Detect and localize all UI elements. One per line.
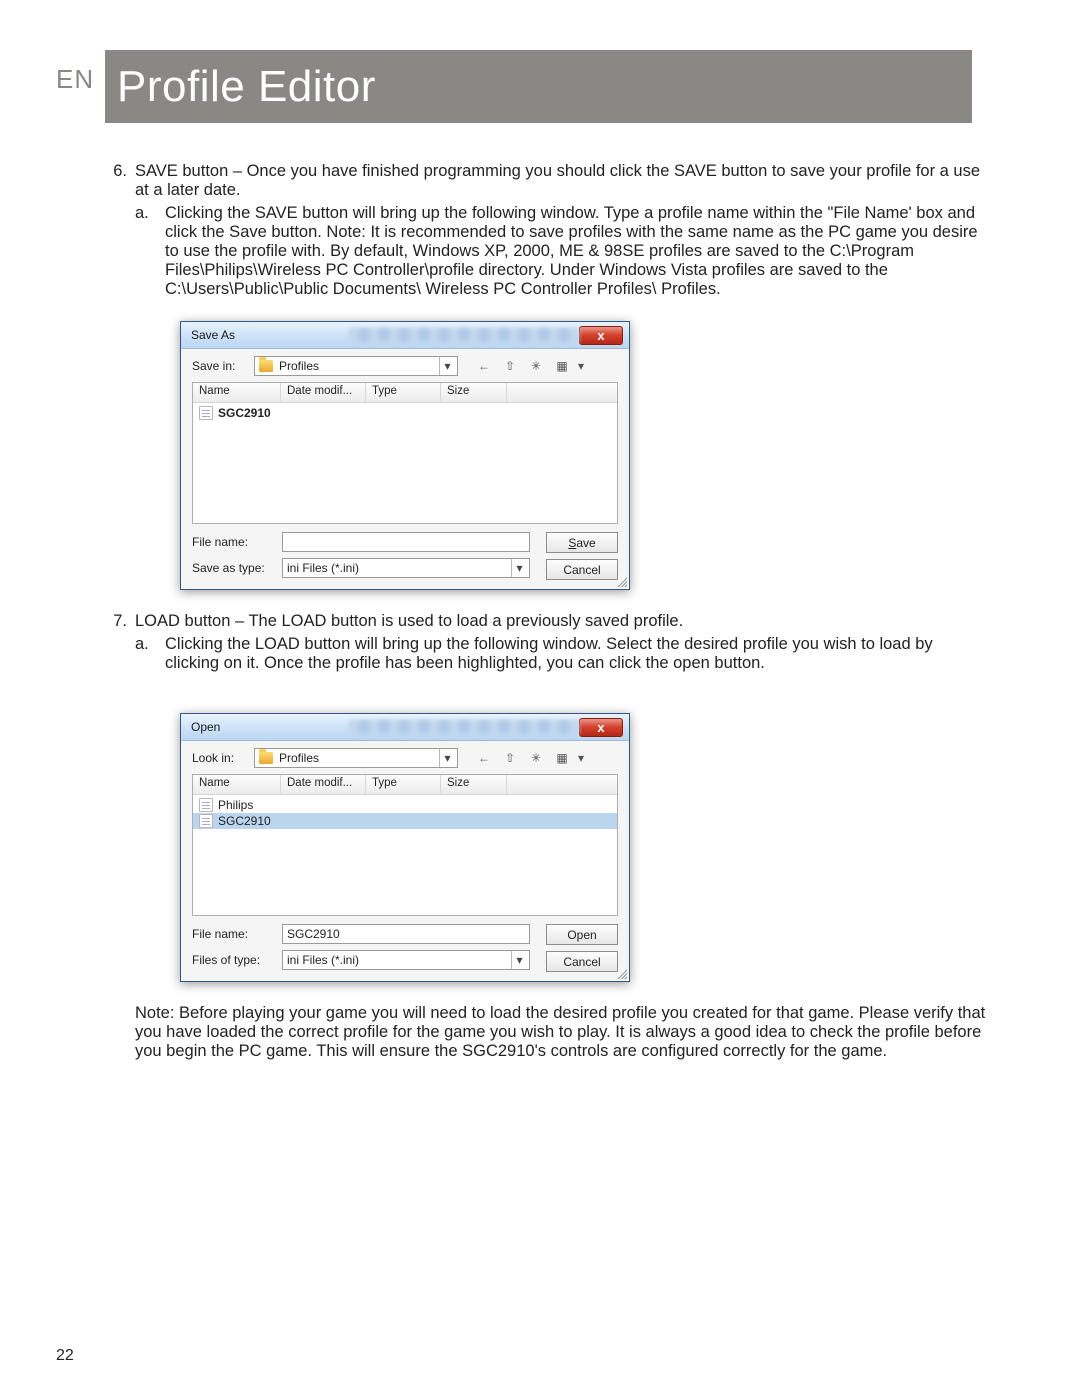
save-as-type-combo[interactable]: ini Files (*.ini) ▾ [282,558,530,578]
header-band: Profile Editor [105,50,972,123]
file-row[interactable]: Philips [193,797,617,813]
file-name: SGC2910 [218,406,271,420]
dialog-title: Open [191,720,343,734]
content: 6. SAVE button – Once you have finished … [105,162,990,1061]
new-folder-icon[interactable]: ✳ [526,356,546,376]
save-as-type-label: Save as type: [192,561,274,575]
close-button[interactable]: x [579,326,623,345]
resize-grip-icon[interactable] [615,967,627,979]
chevron-down-icon[interactable]: ▾ [578,751,584,765]
list-item-6: 6. SAVE button – Once you have finished … [105,162,990,200]
file-icon [199,798,213,812]
list-subitem-7a: a. Clicking the LOAD button will bring u… [135,635,990,673]
col-type[interactable]: Type [366,383,441,402]
col-size[interactable]: Size [441,775,507,794]
chevron-down-icon[interactable]: ▾ [511,951,527,969]
sub-text: Clicking the SAVE button will bring up t… [165,204,990,299]
col-name[interactable]: Name [193,775,281,794]
dialog-title: Save As [191,328,343,342]
file-name-input[interactable]: SGC2910 [282,924,530,944]
sub-label: a. [135,635,165,673]
page-number: 22 [56,1347,74,1365]
language-tag: EN [56,64,94,95]
sub-label: a. [135,204,165,299]
item-text: LOAD button – The LOAD button is used to… [135,612,990,631]
views-icon[interactable]: ▦ [552,356,572,376]
file-list-header[interactable]: Name Date modif... Type Size [193,383,617,403]
save-as-type-value: ini Files (*.ini) [287,561,511,575]
item-number: 6. [105,162,135,200]
open-button[interactable]: Open [546,924,618,945]
file-row[interactable]: SGC2910 [193,405,617,421]
dialog-titlebar[interactable]: Save As x [181,322,629,349]
chevron-down-icon[interactable]: ▾ [439,749,455,767]
titlebar-blur [349,720,579,734]
save-in-label: Save in: [192,359,248,373]
open-dialog: Open x Look in: Profiles ▾ ← ⇧ ✳ [180,713,630,982]
note-text: Note: Before playing your game you will … [135,1004,990,1061]
save-in-combo[interactable]: Profiles ▾ [254,356,458,376]
file-name: Philips [218,798,253,812]
up-one-level-icon[interactable]: ⇧ [500,356,520,376]
chevron-down-icon[interactable]: ▾ [578,359,584,373]
close-button[interactable]: x [579,718,623,737]
new-folder-icon[interactable]: ✳ [526,748,546,768]
dialog-titlebar[interactable]: Open x [181,714,629,741]
file-list[interactable]: Name Date modif... Type Size Philips SGC2… [192,774,618,916]
file-list-header[interactable]: Name Date modif... Type Size [193,775,617,795]
files-of-type-combo[interactable]: ini Files (*.ini) ▾ [282,950,530,970]
look-in-label: Look in: [192,751,248,765]
titlebar-blur [349,328,579,342]
file-list[interactable]: Name Date modif... Type Size SGC2910 [192,382,618,524]
item-text: SAVE button – Once you have finished pro… [135,162,990,200]
list-subitem-6a: a. Clicking the SAVE button will bring u… [135,204,990,299]
file-icon [199,406,213,420]
col-name[interactable]: Name [193,383,281,402]
save-as-dialog: Save As x Save in: Profiles ▾ ← ⇧ ✳ [180,321,630,590]
col-size[interactable]: Size [441,383,507,402]
dialog-toolbar: ← ⇧ ✳ ▦ ▾ [474,748,584,768]
item-number: 7. [105,612,135,631]
look-in-combo[interactable]: Profiles ▾ [254,748,458,768]
col-type[interactable]: Type [366,775,441,794]
files-of-type-value: ini Files (*.ini) [287,953,511,967]
resize-grip-icon[interactable] [615,575,627,587]
back-icon[interactable]: ← [474,748,494,768]
file-row[interactable]: SGC2910 [193,813,617,829]
file-name-input[interactable] [282,532,530,552]
folder-icon [259,360,273,372]
files-of-type-label: Files of type: [192,953,274,967]
page-title: Profile Editor [105,62,376,112]
cancel-button[interactable]: Cancel [546,559,618,580]
save-button[interactable]: Save [546,532,618,553]
file-name-label: File name: [192,927,274,941]
sub-text: Clicking the LOAD button will bring up t… [165,635,990,673]
views-icon[interactable]: ▦ [552,748,572,768]
cancel-button[interactable]: Cancel [546,951,618,972]
dialog-toolbar: ← ⇧ ✳ ▦ ▾ [474,356,584,376]
chevron-down-icon[interactable]: ▾ [511,559,527,577]
file-name: SGC2910 [218,814,271,828]
chevron-down-icon[interactable]: ▾ [439,357,455,375]
back-icon[interactable]: ← [474,356,494,376]
file-name-label: File name: [192,535,274,549]
list-item-7: 7. LOAD button – The LOAD button is used… [105,612,990,631]
col-date[interactable]: Date modif... [281,383,366,402]
col-date[interactable]: Date modif... [281,775,366,794]
folder-icon [259,752,273,764]
up-one-level-icon[interactable]: ⇧ [500,748,520,768]
look-in-value: Profiles [279,751,439,765]
file-icon [199,814,213,828]
save-in-value: Profiles [279,359,439,373]
